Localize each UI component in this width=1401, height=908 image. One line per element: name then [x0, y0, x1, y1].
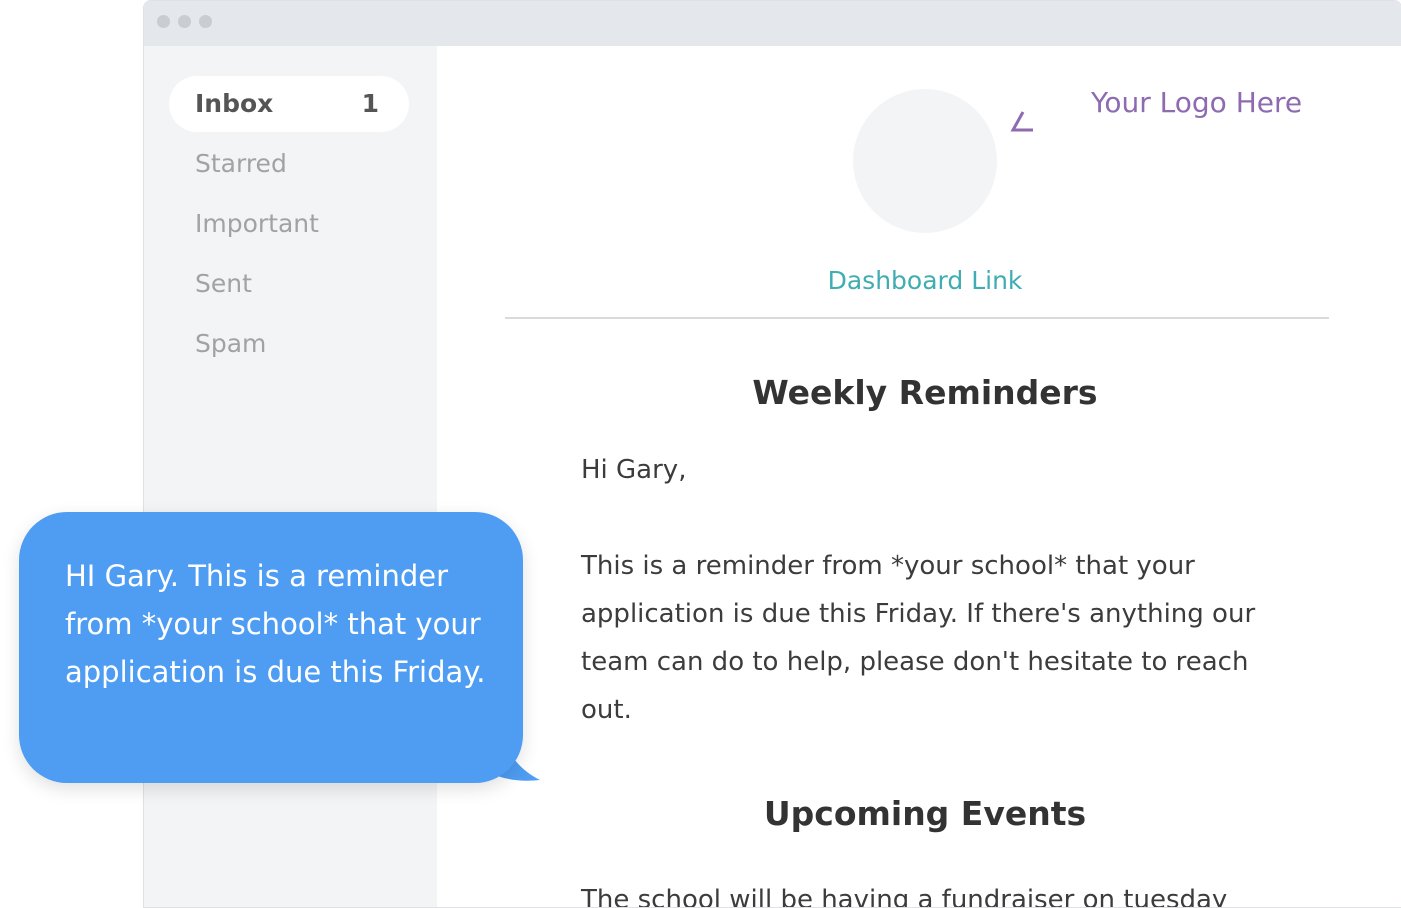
sidebar-item-inbox[interactable]: Inbox 1 — [169, 76, 409, 132]
email-body: Your Logo Here Dashboard Link Weekly Rem… — [437, 46, 1401, 907]
email-paragraph-events: The school will be having a fundraiser o… — [581, 885, 1228, 908]
logo-placeholder-avatar — [853, 89, 997, 233]
email-paragraph-reminder: This is a reminder from *your school* th… — [581, 551, 1256, 725]
inbox-unread-count: 1 — [361, 89, 379, 118]
section-heading-weekly-reminders: Weekly Reminders — [752, 373, 1098, 412]
logo-placeholder-text: Your Logo Here — [1091, 86, 1303, 119]
window-minimize-dot-icon[interactable] — [178, 15, 191, 28]
email-greeting: Hi Gary, — [581, 455, 687, 485]
sidebar-item-sent[interactable]: Sent — [169, 256, 409, 312]
window-close-dot-icon[interactable] — [157, 15, 170, 28]
window-titlebar — [144, 1, 1401, 46]
sidebar-item-label: Important — [195, 209, 319, 238]
sms-message-text: HI Gary. This is a reminder from *your s… — [65, 559, 486, 689]
sidebar-item-important[interactable]: Important — [169, 196, 409, 252]
section-heading-upcoming-events: Upcoming Events — [763, 794, 1087, 833]
header-divider — [505, 317, 1329, 319]
sidebar-item-label: Sent — [195, 269, 252, 298]
sidebar-item-spam[interactable]: Spam — [169, 316, 409, 372]
sidebar-item-label: Starred — [195, 149, 287, 178]
dashboard-link[interactable]: Dashboard Link — [437, 266, 1401, 295]
sidebar-item-label: Inbox — [195, 89, 274, 118]
sms-message-bubble: HI Gary. This is a reminder from *your s… — [19, 512, 523, 783]
window-maximize-dot-icon[interactable] — [199, 15, 212, 28]
arrow-pointer-icon — [1010, 111, 1033, 132]
sidebar-item-starred[interactable]: Starred — [169, 136, 409, 192]
sidebar-item-label: Spam — [195, 329, 267, 358]
